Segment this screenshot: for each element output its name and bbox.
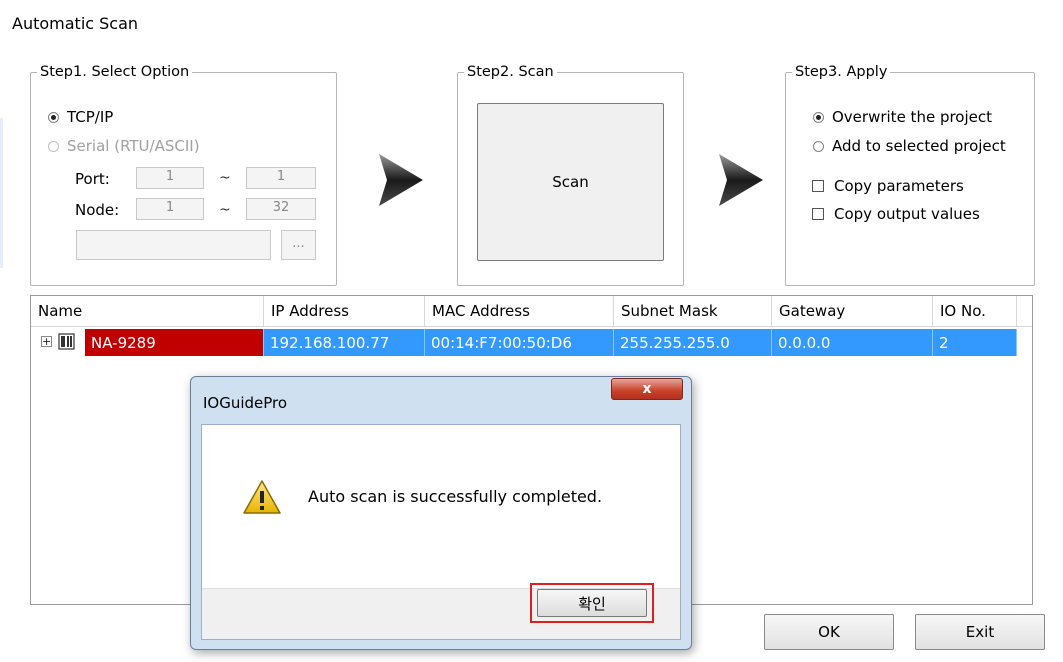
copy-parameters-checkbox[interactable]: Copy parameters — [812, 177, 964, 195]
column-header-ip[interactable]: IP Address — [264, 296, 425, 326]
copy-output-values-label: Copy output values — [834, 205, 980, 223]
header-divider — [31, 326, 1032, 327]
copy-output-values-checkbox[interactable]: Copy output values — [812, 205, 980, 223]
radio-selected-icon — [48, 111, 59, 123]
node-to-input[interactable]: 32 — [246, 198, 316, 220]
cell-subnet[interactable]: 255.255.255.0 — [614, 329, 772, 356]
ok-button[interactable]: OK — [764, 614, 894, 650]
scan-button[interactable]: Scan — [477, 103, 664, 261]
port-from-input[interactable]: 1 — [136, 167, 204, 189]
copy-parameters-label: Copy parameters — [834, 177, 964, 195]
dialog-body: Auto scan is successfully completed. 확인 — [201, 424, 681, 640]
cell-ip[interactable]: 192.168.100.77 — [264, 329, 425, 356]
cell-mac[interactable]: 00:14:F7:00:50:D6 — [425, 329, 614, 356]
column-header-io[interactable]: IO No. — [933, 296, 1017, 326]
warning-icon — [243, 480, 281, 514]
browse-button[interactable]: ... — [281, 230, 316, 260]
checkbox-icon — [812, 208, 824, 220]
dialog-title: IOGuidePro — [203, 394, 288, 412]
column-header-gateway[interactable]: Gateway — [772, 296, 933, 326]
device-icon — [58, 333, 75, 350]
overwrite-radio[interactable]: Overwrite the project — [813, 108, 992, 126]
cell-name[interactable]: NA-9289 — [85, 329, 264, 356]
confirm-button[interactable]: 확인 — [537, 589, 647, 617]
radio-unselected-icon — [813, 140, 824, 152]
column-header-name[interactable]: Name — [31, 296, 264, 326]
radio-selected-icon — [813, 111, 824, 123]
radio-unselected-icon — [48, 140, 59, 152]
add-to-project-radio[interactable]: Add to selected project — [813, 137, 1006, 155]
step3-group: Step3. Apply — [785, 64, 1035, 286]
next-step-arrow-icon — [719, 154, 763, 206]
expand-icon[interactable]: + — [41, 336, 52, 347]
window-edge — [0, 118, 3, 268]
serial-label: Serial (RTU/ASCII) — [67, 137, 200, 155]
highlight-box: 확인 — [530, 583, 654, 623]
node-from-input[interactable]: 1 — [136, 198, 204, 220]
close-icon: x — [642, 381, 652, 397]
step1-legend: Step1. Select Option — [40, 64, 190, 80]
message-dialog: IOGuidePro x Auto scan is successfully c… — [190, 376, 692, 650]
node-label: Node: — [75, 201, 120, 219]
checkbox-icon — [812, 180, 824, 192]
add-to-project-label: Add to selected project — [832, 137, 1006, 155]
serial-port-field[interactable] — [76, 230, 271, 260]
node-range-separator: ~ — [219, 202, 231, 218]
port-range-separator: ~ — [219, 170, 231, 186]
window-title: Automatic Scan — [12, 14, 139, 33]
tcpip-label: TCP/IP — [67, 108, 114, 126]
exit-button[interactable]: Exit — [915, 614, 1045, 650]
column-header-mac[interactable]: MAC Address — [425, 296, 614, 326]
cell-gateway[interactable]: 0.0.0.0 — [772, 329, 933, 356]
close-button[interactable]: x — [611, 378, 683, 400]
next-step-arrow-icon — [379, 154, 423, 206]
step3-legend: Step3. Apply — [795, 64, 888, 80]
tcpip-radio[interactable]: TCP/IP — [48, 108, 113, 126]
port-to-input[interactable]: 1 — [246, 167, 316, 189]
dialog-message: Auto scan is successfully completed. — [308, 487, 603, 506]
step2-legend: Step2. Scan — [467, 64, 554, 80]
cell-io[interactable]: 2 — [933, 329, 1017, 356]
column-header-subnet[interactable]: Subnet Mask — [614, 296, 772, 326]
serial-radio[interactable]: Serial (RTU/ASCII) — [48, 137, 200, 155]
port-label: Port: — [75, 170, 110, 188]
overwrite-label: Overwrite the project — [832, 108, 993, 126]
